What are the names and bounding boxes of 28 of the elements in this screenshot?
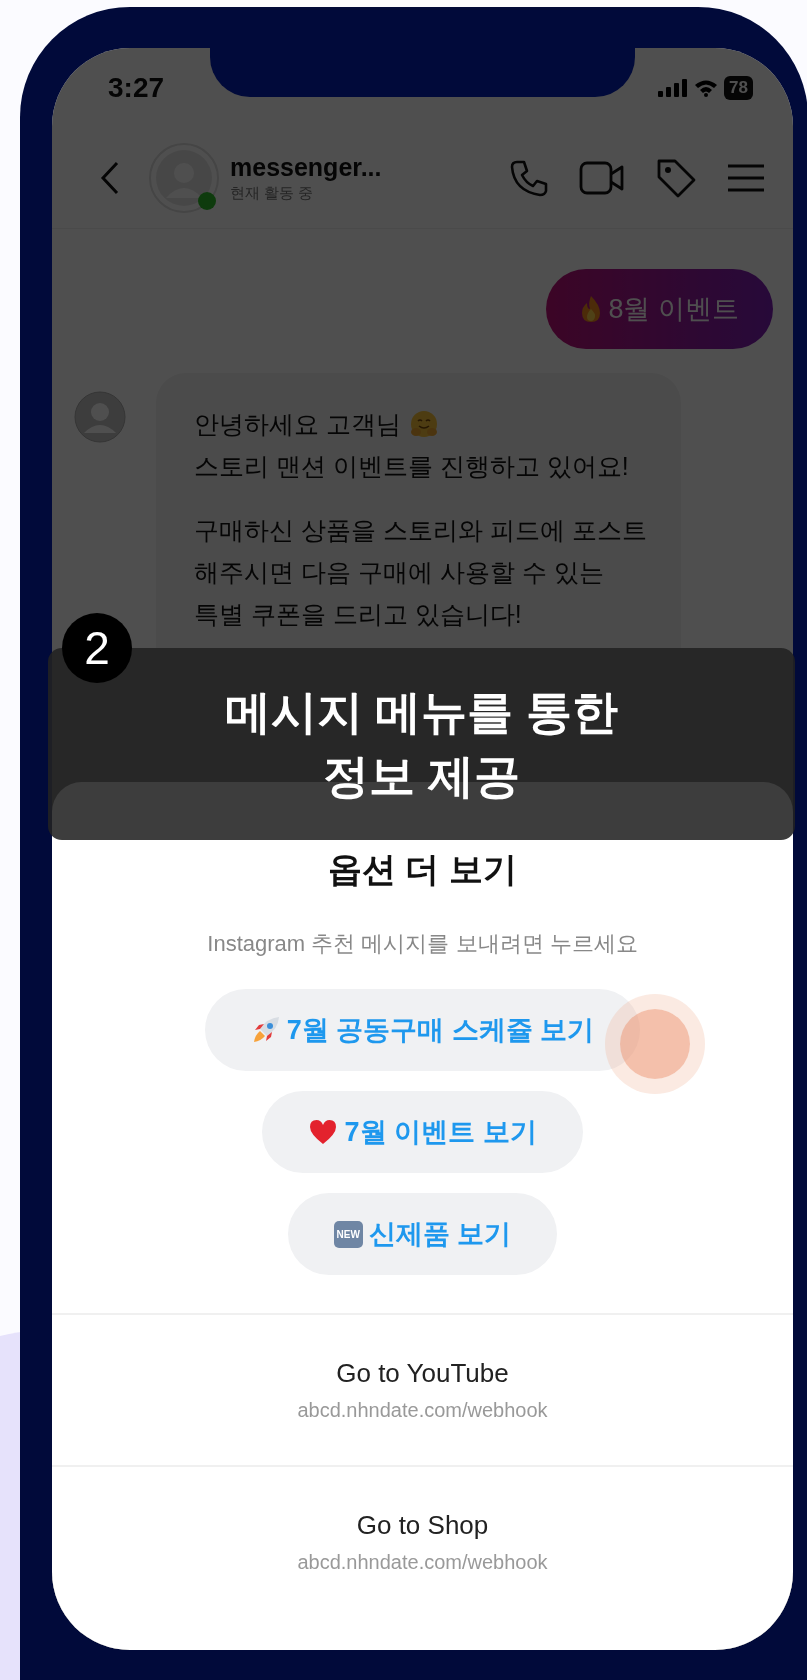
avatar-icon (74, 391, 126, 443)
battery-icon: 78 (724, 76, 753, 100)
message-text: 스토리 맨션 이벤트를 진행하고 있어요! (194, 451, 630, 482)
sheet-title: 옵션 더 보기 (328, 849, 517, 890)
new-badge: NEW (333, 1220, 363, 1248)
quick-reply-button[interactable]: 7월 공동구매 스케쥴 보기 (204, 989, 641, 1071)
status-time: 3:27 (108, 72, 165, 104)
avatar-icon (148, 142, 220, 214)
back-icon[interactable] (100, 161, 120, 195)
link-item[interactable]: Go to YouTube abcd.nhndate.com/webhook (52, 1313, 793, 1465)
wifi-icon (694, 79, 719, 97)
fire-icon (580, 295, 603, 323)
quick-reply-button[interactable]: 7월 이벤트 보기 (262, 1091, 583, 1173)
heart-icon (308, 1118, 339, 1146)
message-text: 안녕하세요 고객님 (194, 409, 401, 440)
menu-icon[interactable] (727, 163, 765, 193)
video-icon[interactable] (579, 160, 625, 196)
signal-icon (658, 79, 689, 97)
sent-message: 8월 이벤트 (546, 269, 773, 349)
tag-icon[interactable] (655, 157, 697, 199)
caption-title: 메시지 메뉴를 통한 정보 제공 (224, 685, 619, 804)
chat-name: messenger... (230, 153, 383, 182)
smiley-icon (408, 409, 439, 439)
message-text: 구매하신 상품을 스토리와 피드에 포스트 해주시면 다음 구매에 사용할 수 있는 특별 쿠폰을 드리고 있습니다! (194, 515, 645, 630)
sheet-subtitle: Instagram 추천 메시지를 보내려면 누르세요 (207, 930, 638, 958)
phone-icon[interactable] (509, 158, 549, 198)
quick-reply-button[interactable]: NEW 신제품 보기 (287, 1193, 558, 1275)
link-item[interactable]: Go to Shop abcd.nhndate.com/webhook (52, 1465, 793, 1617)
